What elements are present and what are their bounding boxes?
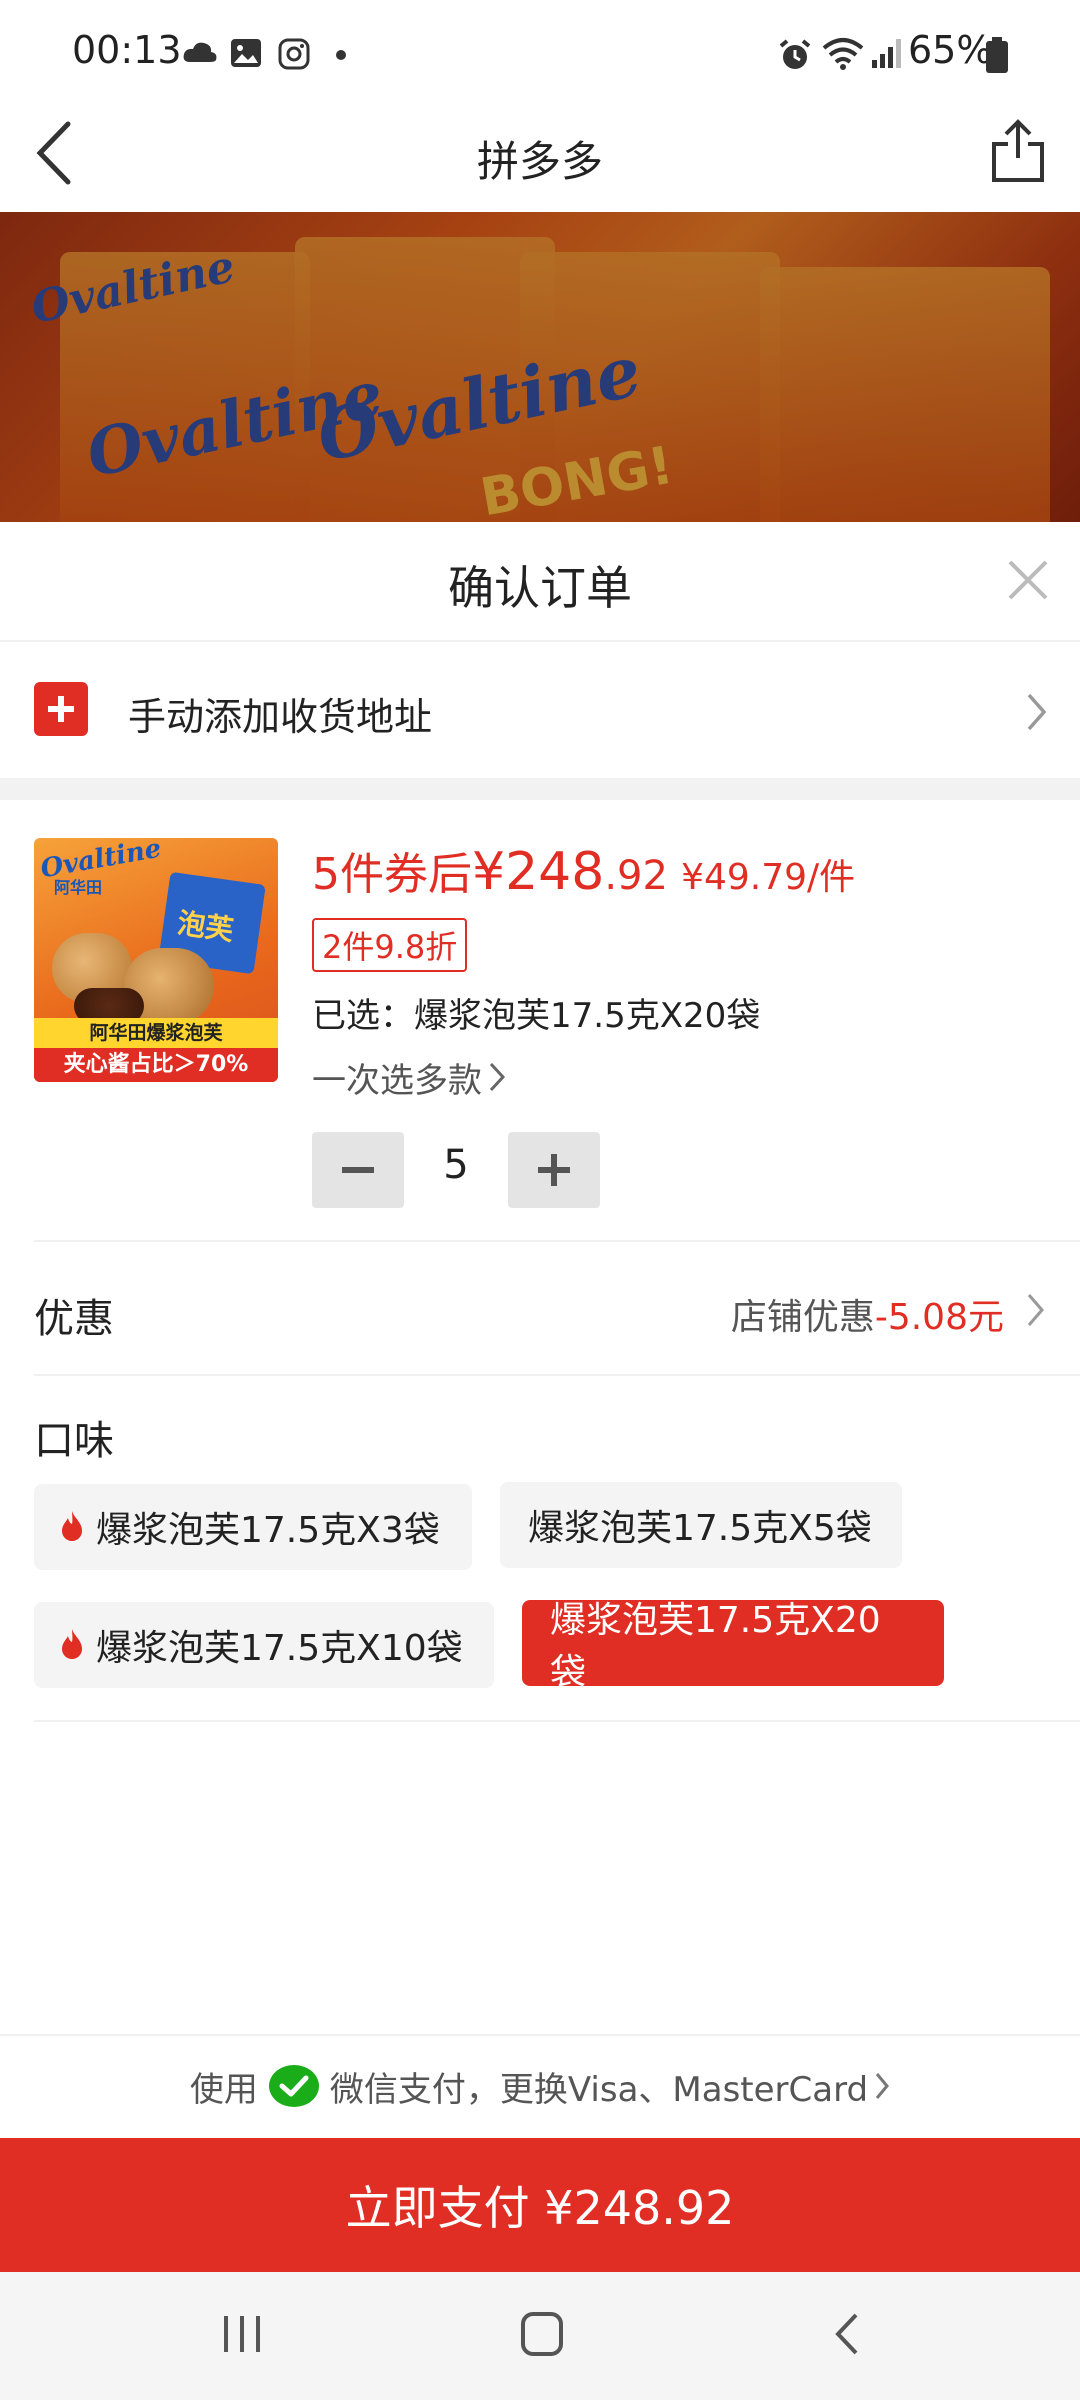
selected-spec: 已选：爆浆泡芙17.5克X20袋 bbox=[312, 996, 761, 1036]
payment-prefix: 使用 bbox=[189, 2069, 258, 2110]
flavor-option-10-bags[interactable]: 爆浆泡芙17.5克X10袋 bbox=[34, 1602, 494, 1688]
flavor-option-label: 爆浆泡芙17.5克X5袋 bbox=[528, 1508, 872, 1549]
wechat-pay-icon bbox=[268, 2065, 319, 2107]
dim-overlay bbox=[0, 212, 1080, 522]
increase-quantity-button[interactable] bbox=[508, 1132, 600, 1208]
status-bar: 00:13 65% bbox=[0, 0, 1080, 100]
store-discount-amount: -5.08元 bbox=[874, 1297, 1004, 1338]
divider bbox=[0, 2034, 1080, 2036]
chevron-right-icon bbox=[489, 1062, 506, 1092]
thumb-caption: 阿华田爆浆泡芙 bbox=[34, 1018, 278, 1048]
divider bbox=[34, 1720, 1080, 1722]
chevron-right-icon bbox=[1027, 693, 1047, 731]
add-address-row[interactable]: 手动添加收货地址 bbox=[0, 660, 1080, 770]
payment-method-label: 微信支付，更换Visa、MasterCard bbox=[329, 2069, 869, 2110]
divider bbox=[34, 1374, 1080, 1376]
flavor-option-3-bags[interactable]: 爆浆泡芙17.5克X3袋 bbox=[34, 1484, 472, 1570]
flavor-label: 口味 bbox=[34, 1418, 114, 1464]
back-icon[interactable] bbox=[832, 2312, 862, 2356]
chevron-right-icon bbox=[1027, 1294, 1044, 1326]
discount-value: 店铺优惠-5.08元 bbox=[731, 1288, 1004, 1340]
product-thumbnail: Ovaltine 阿华田 泡芙 阿华田爆浆泡芙 夹心酱占比＞70% bbox=[34, 838, 278, 1082]
quantity-value[interactable]: 5 bbox=[416, 1142, 496, 1188]
status-time: 00:13 bbox=[72, 28, 182, 72]
add-address-label: 手动添加收货地址 bbox=[128, 695, 433, 739]
flavor-option-label: 爆浆泡芙17.5克X10袋 bbox=[96, 1628, 463, 1669]
system-nav-bar bbox=[0, 2272, 1080, 2400]
dot-icon bbox=[336, 50, 346, 60]
share-icon[interactable] bbox=[990, 118, 1046, 184]
plus-icon bbox=[538, 1154, 570, 1186]
price-main: ¥248 bbox=[472, 842, 605, 902]
price-line: 5件券后¥248.92 ¥49.79/件 bbox=[312, 838, 855, 902]
recent-apps-icon[interactable] bbox=[222, 2312, 262, 2356]
store-discount-label: 店铺优惠 bbox=[730, 1297, 875, 1338]
price-prefix: 5件券后 bbox=[312, 849, 472, 900]
flavor-option-label: 爆浆泡芙17.5克X20袋 bbox=[550, 1600, 881, 1693]
discount-label: 优惠 bbox=[34, 1296, 114, 1342]
instagram-icon bbox=[278, 38, 310, 70]
battery-percent: 65% bbox=[908, 28, 993, 72]
sheet-title: 确认订单 bbox=[448, 561, 632, 615]
cloud-icon bbox=[183, 42, 217, 62]
close-icon[interactable] bbox=[1006, 558, 1050, 602]
payment-method-row[interactable]: 使用 微信支付，更换Visa、MasterCard bbox=[0, 2058, 1080, 2114]
section-divider bbox=[0, 778, 1080, 800]
product-banner-image: Ovaltine Ovaltine Ovaltine BONG! bbox=[0, 212, 1080, 522]
add-icon bbox=[34, 682, 88, 736]
app-header: 拼多多 bbox=[0, 100, 1080, 210]
confirm-order-sheet bbox=[0, 522, 1080, 2400]
pay-now-button[interactable]: 立即支付 ¥248.92 bbox=[0, 2138, 1080, 2272]
multi-select-label: 一次选多款 bbox=[312, 1060, 482, 1101]
chevron-right-icon bbox=[875, 2073, 890, 2099]
divider bbox=[34, 1240, 1080, 1242]
wifi-icon bbox=[822, 38, 864, 70]
unit-price: ¥49.79/件 bbox=[681, 857, 856, 898]
home-icon[interactable] bbox=[520, 2310, 564, 2358]
page-title: 拼多多 bbox=[476, 137, 603, 186]
divider bbox=[0, 640, 1080, 642]
discount-row[interactable]: 优惠 店铺优惠-5.08元 bbox=[0, 1244, 1080, 1374]
thumb-banner: 夹心酱占比＞70% bbox=[34, 1048, 278, 1082]
decrease-quantity-button[interactable] bbox=[312, 1132, 404, 1208]
gallery-icon bbox=[231, 39, 261, 67]
fire-icon bbox=[62, 1629, 82, 1659]
alarm-icon bbox=[779, 39, 811, 69]
minus-icon bbox=[342, 1167, 374, 1173]
price-decimal: .92 bbox=[604, 853, 668, 899]
flavor-option-label: 爆浆泡芙17.5克X3袋 bbox=[96, 1510, 440, 1551]
thumb-brand-cn: 阿华田 bbox=[54, 878, 103, 897]
discount-tag: 2件9.8折 bbox=[312, 918, 468, 972]
multi-select-link[interactable]: 一次选多款 bbox=[312, 1052, 506, 1102]
thumb-product-word: 泡芙 bbox=[175, 906, 236, 947]
signal-icon bbox=[872, 39, 901, 68]
flavor-option-5-bags[interactable]: 爆浆泡芙17.5克X5袋 bbox=[500, 1482, 902, 1568]
flavor-option-20-bags[interactable]: 爆浆泡芙17.5克X20袋 bbox=[522, 1600, 944, 1693]
fire-icon bbox=[62, 1511, 82, 1541]
battery-icon bbox=[986, 37, 1008, 73]
